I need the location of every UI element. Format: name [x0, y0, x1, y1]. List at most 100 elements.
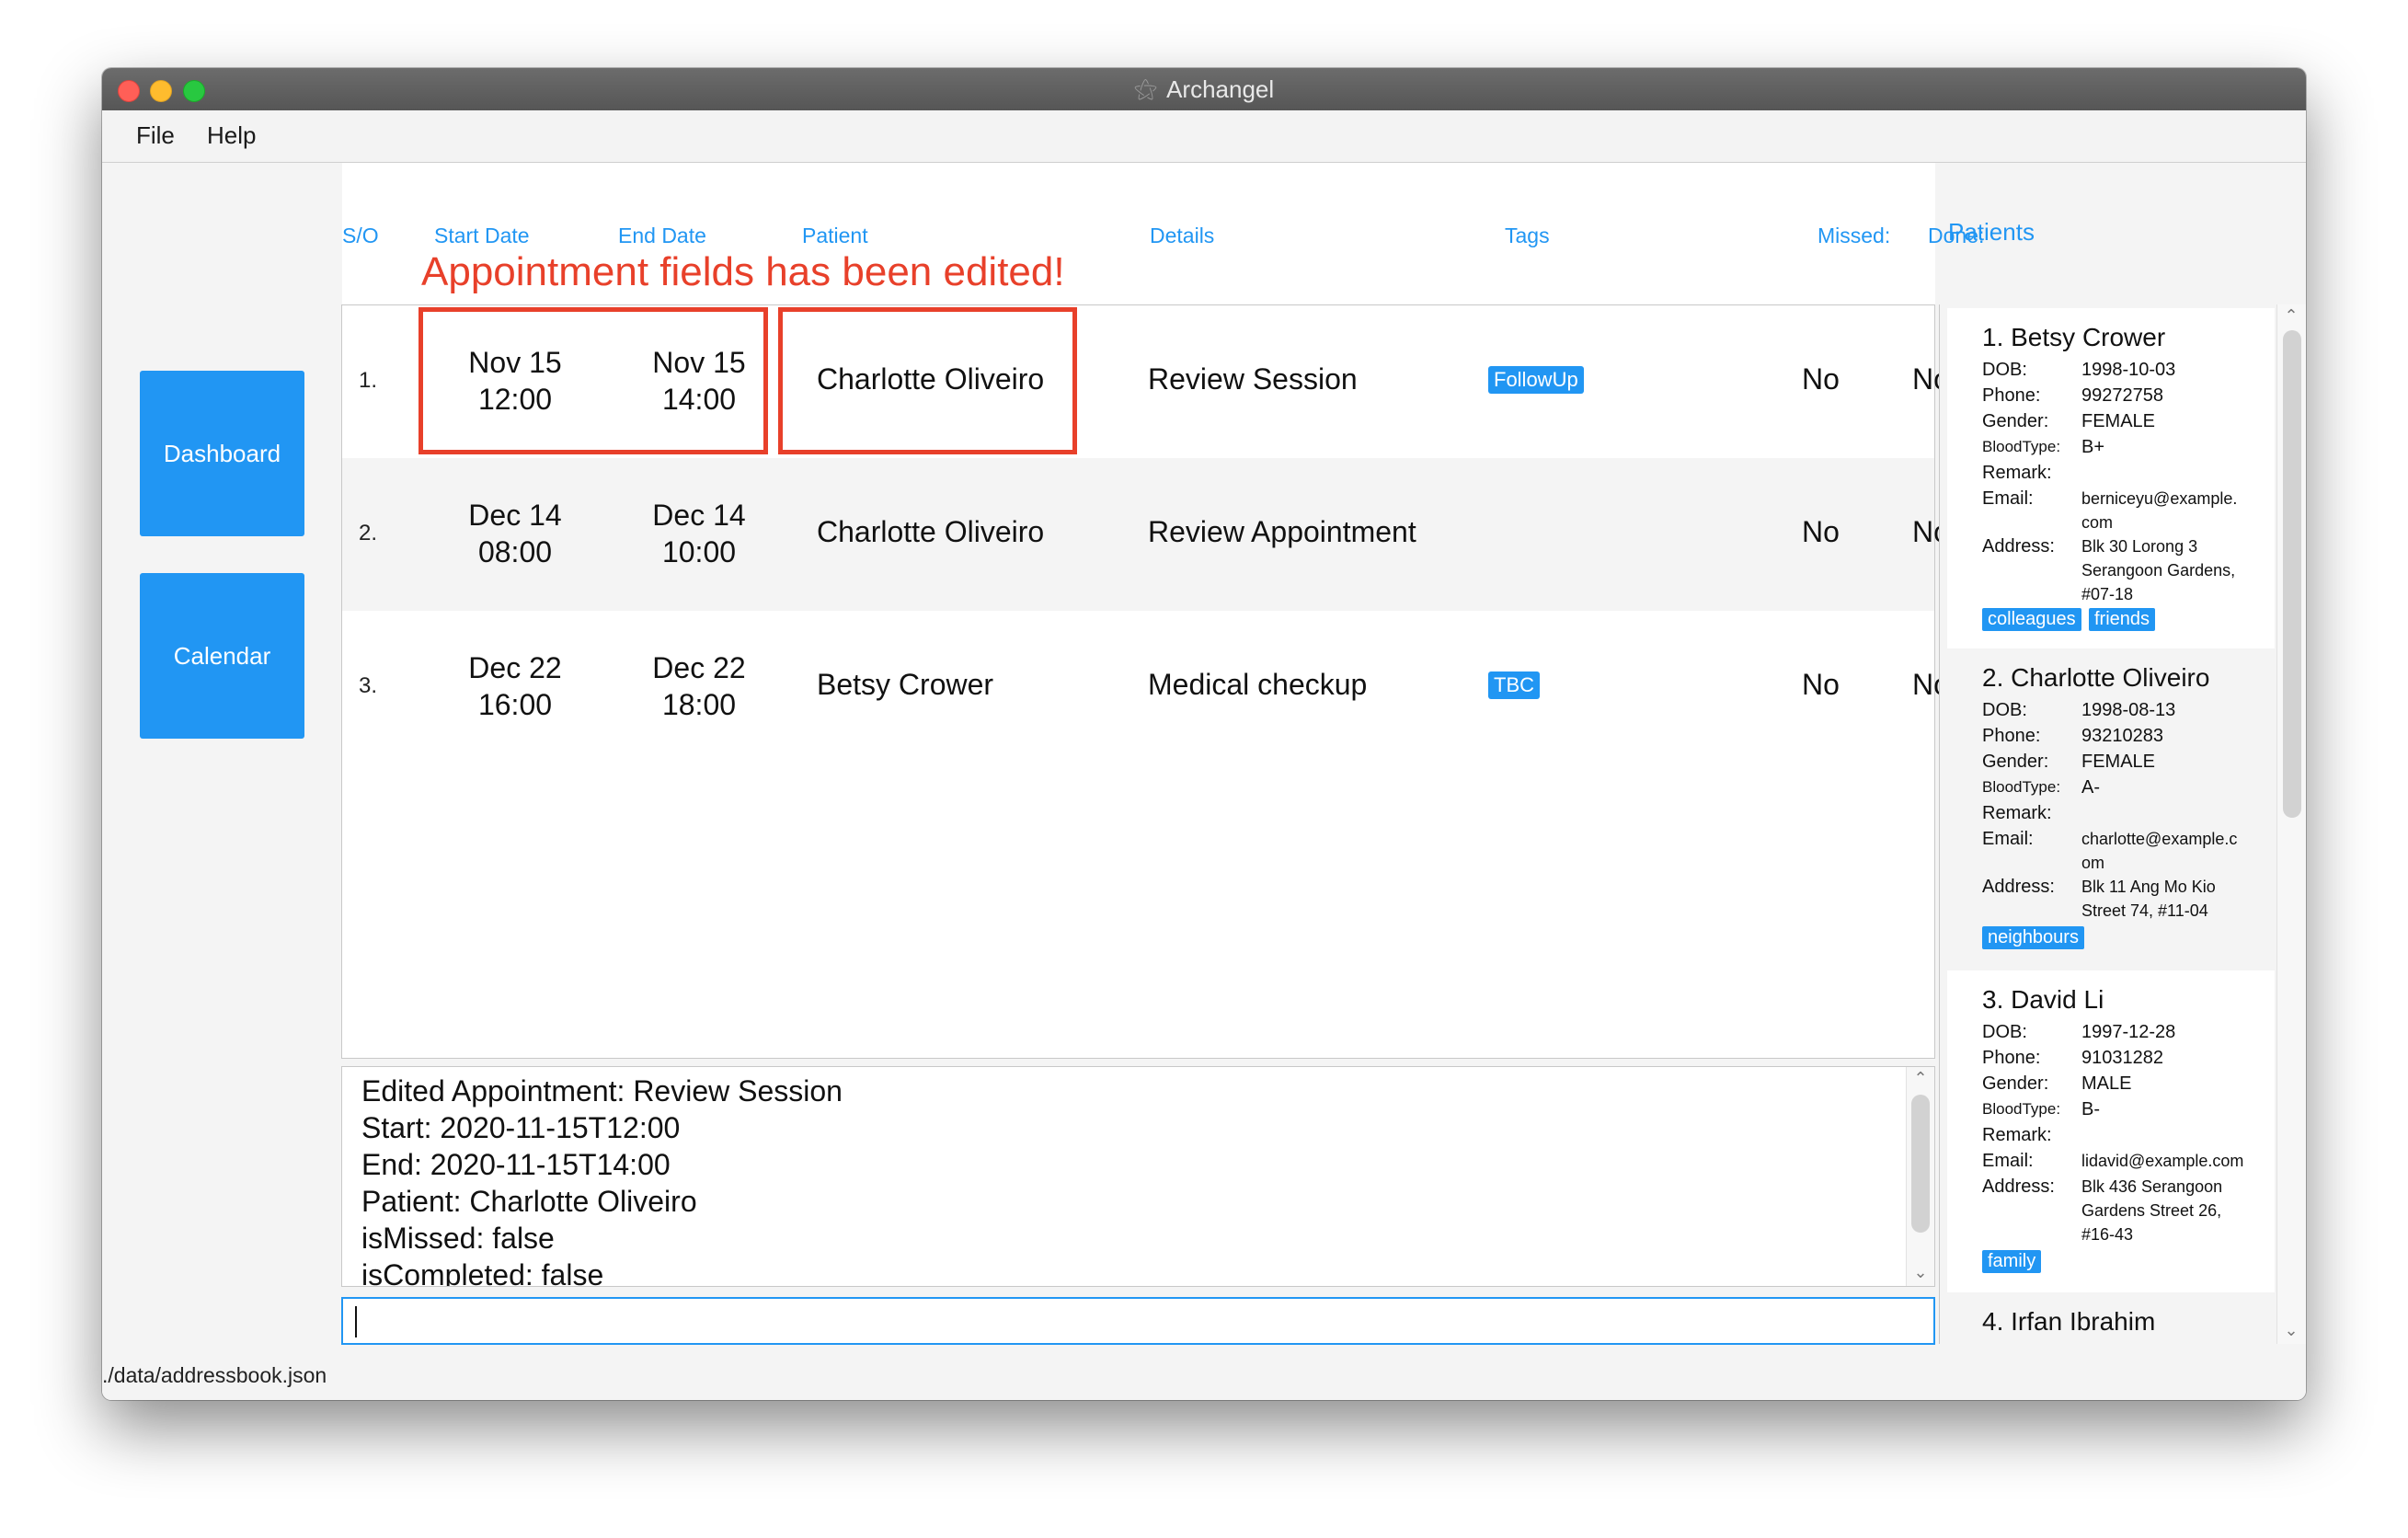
appointment-tag: TBC [1488, 671, 1540, 699]
dob-label: DOB: [1982, 1022, 2027, 1042]
phone-value: 93210283 [2081, 726, 2163, 746]
phone-label: Phone: [1982, 726, 2041, 746]
patient-card-name: 4. Irfan Ibrahim [1982, 1307, 2156, 1336]
bloodtype-label: BloodType: [1982, 1100, 2061, 1118]
gender-value: FEMALE [2081, 752, 2156, 772]
text-caret [355, 1306, 357, 1337]
patient-card[interactable]: 2. Charlotte Oliveiro DOB: 1998-08-13 Ph… [1947, 648, 2275, 970]
dob-value: 1997-12-28 [2081, 1022, 2176, 1042]
end-time: 10:00 [661, 535, 737, 568]
patient-card-name: 2. Charlotte Oliveiro [1982, 663, 2210, 692]
address-value-line: Blk 11 Ang Mo Kio [2081, 878, 2216, 896]
address-label: Address: [1982, 536, 2055, 557]
status-bar-path: ./data/addressbook.json [102, 1363, 327, 1387]
calendar-button[interactable]: Calendar [140, 573, 304, 739]
patient-card[interactable]: 3. David Li DOB: 1997-12-28 Phone: 91031… [1947, 970, 2275, 1292]
end-time: 18:00 [661, 688, 737, 721]
phone-value: 91031282 [2081, 1048, 2163, 1068]
address-value-line: #07-18 [2081, 585, 2134, 603]
result-scrollbar[interactable]: ⌃ ⌄ [1906, 1067, 1934, 1286]
missed-value: No [1802, 668, 1840, 701]
row-index: 1. [359, 368, 378, 393]
column-header-start-date: Start Date [434, 224, 530, 247]
address-value-line: #16-43 [2081, 1225, 2134, 1244]
patient-card-name: 3. David Li [1982, 985, 2104, 1014]
appointment-row[interactable]: 2. Dec 14 08:00 Dec 14 10:00 Charlotte O… [342, 458, 1950, 611]
patient-tag: friends [2089, 608, 2156, 631]
scroll-down-icon[interactable]: ⌄ [1907, 1263, 1934, 1282]
scroll-up-icon[interactable]: ⌃ [2277, 306, 2305, 326]
end-date-cell: Dec 14 10:00 [621, 497, 777, 570]
patient-tag: neighbours [1982, 926, 2084, 949]
result-line: isCompleted: false [361, 1258, 604, 1287]
dob-value: 1998-10-03 [2081, 360, 2176, 380]
address-value-line: Blk 30 Lorong 3 [2081, 537, 2198, 556]
bloodtype-value: A- [2081, 777, 2100, 798]
gender-value: MALE [2081, 1073, 2132, 1094]
gender-label: Gender: [1982, 752, 2049, 772]
start-date-cell: Dec 14 08:00 [437, 497, 593, 570]
scroll-down-icon[interactable]: ⌄ [2277, 1321, 2305, 1340]
menu-file[interactable]: File [136, 121, 175, 150]
archangel-app-icon: ⚝ [1133, 75, 1158, 102]
appointment-details: Review Session [1148, 362, 1358, 396]
appointment-details: Review Appointment [1148, 515, 1416, 548]
address-label: Address: [1982, 877, 2055, 897]
dob-value: 1998-08-13 [2081, 700, 2176, 720]
address-value-line: Serangoon Gardens, [2081, 561, 2236, 580]
patient-list-scrollbar-thumb[interactable] [2283, 330, 2301, 818]
appointment-row[interactable]: 3. Dec 22 16:00 Dec 22 18:00 Betsy Crowe… [342, 611, 1950, 763]
address-label: Address: [1982, 1176, 2055, 1197]
gender-label: Gender: [1982, 411, 2049, 431]
dashboard-button[interactable]: Dashboard [140, 371, 304, 536]
menu-help[interactable]: Help [207, 121, 256, 150]
result-display[interactable]: Edited Appointment: Review Session Start… [341, 1066, 1935, 1287]
bloodtype-value: B+ [2081, 437, 2105, 457]
missed-value: No [1802, 515, 1840, 548]
phone-value: 99272758 [2081, 385, 2163, 406]
remark-label: Remark: [1982, 463, 2052, 483]
email-value-line: lidavid@example.com [2081, 1152, 2244, 1170]
bloodtype-label: BloodType: [1982, 778, 2061, 796]
column-header-end-date: End Date [618, 224, 706, 247]
patient-name: Charlotte Oliveiro [817, 515, 1045, 548]
email-value-line: berniceyu@example. [2081, 489, 2238, 508]
patient-card[interactable]: 1. Betsy Crower DOB: 1998-10-03 Phone: 9… [1947, 308, 2275, 648]
email-value-line: charlotte@example.c [2081, 830, 2238, 848]
window-title-group: ⚝ Archangel [102, 68, 2306, 110]
result-scrollbar-thumb[interactable] [1911, 1095, 1930, 1233]
row-index: 3. [359, 673, 378, 698]
end-date-cell: Dec 22 18:00 [621, 649, 777, 723]
patient-name: Betsy Crower [817, 668, 994, 701]
patient-card-name: 1. Betsy Crower [1982, 323, 2166, 351]
start-time: 16:00 [477, 688, 553, 721]
row-index: 2. [359, 521, 378, 545]
appointment-tag: FollowUp [1488, 366, 1584, 394]
date-highlight-box [419, 307, 768, 454]
missed-value: No [1802, 362, 1840, 396]
title-bar: ⚝ Archangel [102, 68, 2306, 111]
start-date: Dec 22 [468, 651, 562, 684]
gender-label: Gender: [1982, 1073, 2049, 1094]
command-input[interactable] [341, 1297, 1935, 1345]
main-content: Dashboard Calendar S/O Start Date End Da… [102, 163, 2306, 1400]
end-date: Dec 14 [652, 499, 746, 532]
result-line: End: 2020-11-15T14:00 [361, 1148, 671, 1181]
start-date-cell: Dec 22 16:00 [437, 649, 593, 723]
window-title: Archangel [1166, 75, 1275, 103]
patient-list: 1. Betsy Crower DOB: 1998-10-03 Phone: 9… [1939, 304, 2306, 1344]
bloodtype-label: BloodType: [1982, 438, 2061, 455]
result-line: Edited Appointment: Review Session [361, 1074, 843, 1108]
column-header-so: S/O [342, 224, 379, 247]
edit-annotation: Appointment fields has been edited! [421, 249, 1065, 294]
bloodtype-value: B- [2081, 1099, 2100, 1119]
appointment-row[interactable]: 1. Nov 15 12:00 Nov 15 14:00 Charlotte O… [342, 305, 1950, 458]
patient-list-scrollbar[interactable]: ⌃ ⌄ [2276, 304, 2306, 1344]
scroll-up-icon[interactable]: ⌃ [1907, 1069, 1934, 1088]
patient-card[interactable]: 4. Irfan Ibrahim [1947, 1292, 2275, 1344]
appointment-column-headers: S/O Start Date End Date Patient Details … [342, 163, 1984, 304]
remark-label: Remark: [1982, 803, 2052, 823]
email-label: Email: [1982, 1151, 2034, 1171]
email-label: Email: [1982, 488, 2034, 509]
appointment-list: 1. Nov 15 12:00 Nov 15 14:00 Charlotte O… [341, 304, 1950, 1059]
